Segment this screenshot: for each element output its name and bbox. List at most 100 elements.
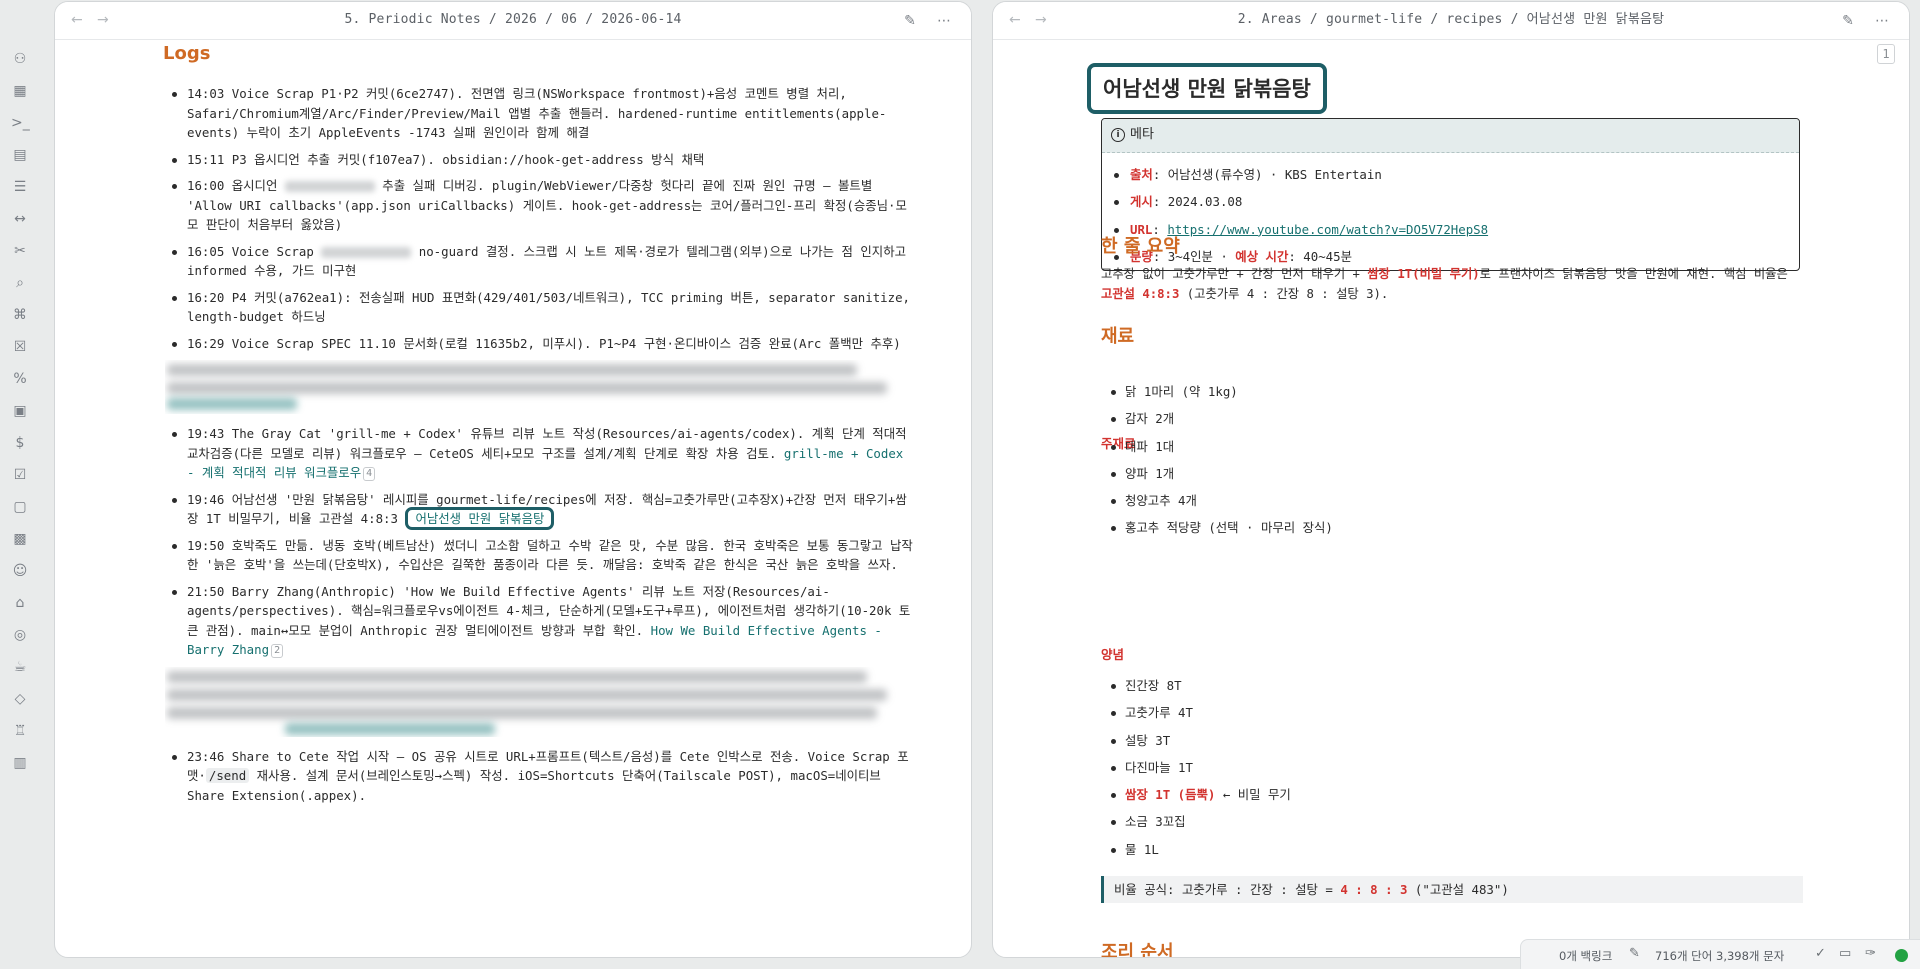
list-item: 16:05 Voice Scrap no-guard 결정. 스크랩 시 노트 …: [163, 242, 917, 281]
robot-icon[interactable]: ♖: [11, 722, 29, 740]
list-item: 14:03 Voice Scrap P1·P2 커밋(6ce2747). 전면앱…: [163, 84, 917, 143]
summary-text: 로 프랜차이즈 닭볶음탕 맛을 만원에 재현. 핵심 비율은: [1479, 267, 1788, 281]
graph-icon[interactable]: ⚇: [11, 50, 29, 68]
calendar-icon[interactable]: ▥: [11, 754, 29, 772]
breadcrumb[interactable]: 5. Periodic Notes / 2026 / 06 / 2026-06-…: [175, 2, 851, 40]
meta-value: : 2024.03.08: [1152, 194, 1243, 210]
back-arrow-icon[interactable]: ←: [1009, 12, 1025, 28]
left-note-pane: ← → 5. Periodic Notes / 2026 / 06 / 2026…: [54, 1, 972, 958]
list-icon[interactable]: ☰: [11, 178, 29, 196]
feather-icon[interactable]: ✑: [1865, 946, 1876, 961]
list-item: 쌈장 1T (듬뿍) ← 비밀 무기: [1101, 781, 1291, 808]
list-item: 감자 2개: [1101, 405, 1333, 432]
dashboard-icon[interactable]: ▦: [11, 82, 29, 100]
edit-pencil-icon[interactable]: ✎: [1839, 12, 1857, 30]
note-content: 1 어남선생 만원 닭볶음탕 i 메타 출처: 어남선생(류수영) · KBS …: [993, 40, 1909, 957]
cup-icon[interactable]: ☕: [11, 658, 29, 676]
main-ingredient-list: 닭 1마리 (약 1kg) 감자 2개 대파 1대 양파 1개 청양고추 4개 …: [1101, 378, 1333, 542]
back-arrow-icon[interactable]: ←: [71, 12, 87, 28]
x-box-icon[interactable]: ☒: [11, 338, 29, 356]
compass-icon[interactable]: ◎: [11, 626, 29, 644]
meta-value: : 어남선생(류수영) · KBS Entertain: [1152, 167, 1382, 182]
formula-text: ("고관설 483"): [1407, 882, 1509, 897]
secret-note: ← 비밀 무기: [1215, 787, 1291, 803]
log-text: 14:03 Voice Scrap P1·P2 커밋(6ce2747). 전면앱…: [187, 86, 887, 140]
page-number[interactable]: 1: [1877, 44, 1895, 64]
ingredients-heading: 재료: [1101, 326, 1135, 347]
inline-code: /send: [205, 768, 250, 783]
forward-arrow-icon[interactable]: →: [1035, 12, 1051, 28]
link-count-badge: 4: [363, 467, 376, 481]
summary-text: 고추장 없이 고춧가루만 + 간장 먼저 태우기 +: [1101, 267, 1368, 281]
list-item: 물 1L: [1101, 836, 1291, 863]
edit-pencil-icon[interactable]: ✎: [901, 12, 919, 30]
checkbox-icon[interactable]: ☑: [11, 466, 29, 484]
backlinks-count[interactable]: 0개 백링크: [1559, 948, 1612, 964]
search-icon[interactable]: ⌕: [11, 274, 29, 292]
dollar-icon[interactable]: $: [11, 434, 29, 452]
list-item: 청양고추 4개: [1101, 487, 1333, 514]
list-item: 양파 1개: [1101, 460, 1333, 487]
tools-icon[interactable]: ✂: [11, 242, 29, 260]
log-text: 16:20 P4 커밋(a762ea1): 전송실패 HUD 표면화(429/4…: [187, 289, 911, 325]
edit-mode-icon[interactable]: ✎: [1629, 946, 1640, 961]
file-search-icon[interactable]: ▣: [11, 402, 29, 420]
list-item: 설탕 3T: [1101, 727, 1291, 754]
tag-icon[interactable]: ⌘: [11, 306, 29, 324]
list-item: 16:20 P4 커밋(a762ea1): 전송실패 HUD 표면화(429/4…: [163, 288, 917, 327]
formula-text: 비율 공식: 고춧가루 : 간장 : 설탕 =: [1114, 882, 1341, 897]
pane-header: ← → 5. Periodic Notes / 2026 / 06 / 2026…: [55, 2, 971, 40]
note-content: Logs 14:03 Voice Scrap P1·P2 커밋(6ce2747)…: [55, 40, 971, 957]
list-item: 23:46 Share to Cete 작업 시작 — OS 공유 시트로 UR…: [163, 747, 917, 806]
info-icon: i: [1111, 128, 1125, 142]
more-options-icon[interactable]: ⋯: [935, 12, 953, 30]
bookmark-tag-icon[interactable]: ◇: [11, 690, 29, 708]
summary-text: (고춧가루 4 : 간장 8 : 설탕 3).: [1179, 287, 1389, 301]
status-bar: 0개 백링크 ✎ 716개 단어 3,398개 문자 ✓ ▭ ✑: [1520, 939, 1920, 969]
graduation-icon[interactable]: ⌂: [11, 594, 29, 612]
list-item: 16:00 옵시디언 추출 실패 디버깅. plugin/WebViewer/다…: [163, 176, 917, 235]
folder-icon[interactable]: ▭: [1839, 946, 1851, 961]
more-options-icon[interactable]: ⋯: [1873, 12, 1891, 30]
log-text: 16:05 Voice Scrap: [187, 243, 314, 259]
breadcrumb[interactable]: 2. Areas / gourmet-life / recipes / 어남선생…: [1113, 2, 1789, 40]
layout-icon[interactable]: ▤: [11, 146, 29, 164]
meta-key: 예상 시간: [1235, 248, 1289, 264]
logs-heading: Logs: [163, 43, 211, 64]
file-check-icon[interactable]: ▢: [11, 498, 29, 516]
callout-header[interactable]: i 메타: [1102, 119, 1799, 153]
meta-value: : 40~45분: [1288, 248, 1352, 264]
sync-status-icon[interactable]: [1895, 949, 1908, 962]
formula-ratio: 4 : 8 : 3: [1340, 882, 1408, 897]
list-item: 닭 1마리 (약 1kg): [1101, 378, 1333, 405]
callout-title: 메타: [1130, 127, 1154, 142]
forward-arrow-icon[interactable]: →: [97, 12, 113, 28]
log-list-continued: 19:43 The Gray Cat 'grill-me + Codex' 유튜…: [163, 424, 917, 660]
percent-icon[interactable]: %: [11, 370, 29, 388]
link-count-badge: 2: [271, 644, 284, 658]
ratio-formula-quote: 비율 공식: 고춧가루 : 간장 : 설탕 = 4 : 8 : 3 ("고관설 …: [1101, 876, 1803, 903]
meta-key: 출처: [1130, 167, 1153, 182]
list-item: 15:11 P3 옵시디언 추출 커밋(f107ea7). obsidian:/…: [163, 150, 917, 170]
steps-heading: 조리 순서: [1101, 942, 1174, 957]
list-item: 19:43 The Gray Cat 'grill-me + Codex' 유튜…: [163, 424, 917, 483]
list-item: 21:50 Barry Zhang(Anthropic) 'How We Bui…: [163, 582, 917, 660]
meta-key: 게시: [1130, 194, 1153, 210]
image-icon[interactable]: ▩: [11, 530, 29, 548]
youtube-url-link[interactable]: https://www.youtube.com/watch?v=DO5V72He…: [1167, 222, 1488, 237]
check-circle-icon[interactable]: ✓: [1815, 946, 1826, 961]
arrows-icon[interactable]: ↔: [11, 210, 29, 228]
redacted-block: [165, 667, 917, 737]
list-item: 진간장 8T: [1101, 672, 1291, 699]
log-text: 16:00 옵시디언: [187, 178, 278, 193]
right-note-pane: ← → 2. Areas / gourmet-life / recipes / …: [992, 1, 1910, 958]
list-item: 19:46 어남선생 '만원 닭볶음탕' 레시피를 gourmet-life/r…: [163, 490, 917, 530]
face-icon[interactable]: ☺: [11, 562, 29, 580]
terminal-icon[interactable]: >_: [11, 114, 30, 132]
word-char-count: 716개 단어 3,398개 문자: [1655, 949, 1785, 963]
meta-callout: i 메타 출처: 어남선생(류수영) · KBS Entertain 게시: 2…: [1101, 118, 1800, 271]
redacted-block: [165, 360, 917, 414]
summary-emphasis: 고관설 4:8:3: [1101, 287, 1180, 301]
recipe-link-highlighted[interactable]: 어남선생 만원 닭볶음탕: [405, 507, 555, 530]
log-text: 재사용. 설계 문서(브레인스토밍→스펙) 작성. iOS=Shortcuts …: [187, 768, 881, 803]
